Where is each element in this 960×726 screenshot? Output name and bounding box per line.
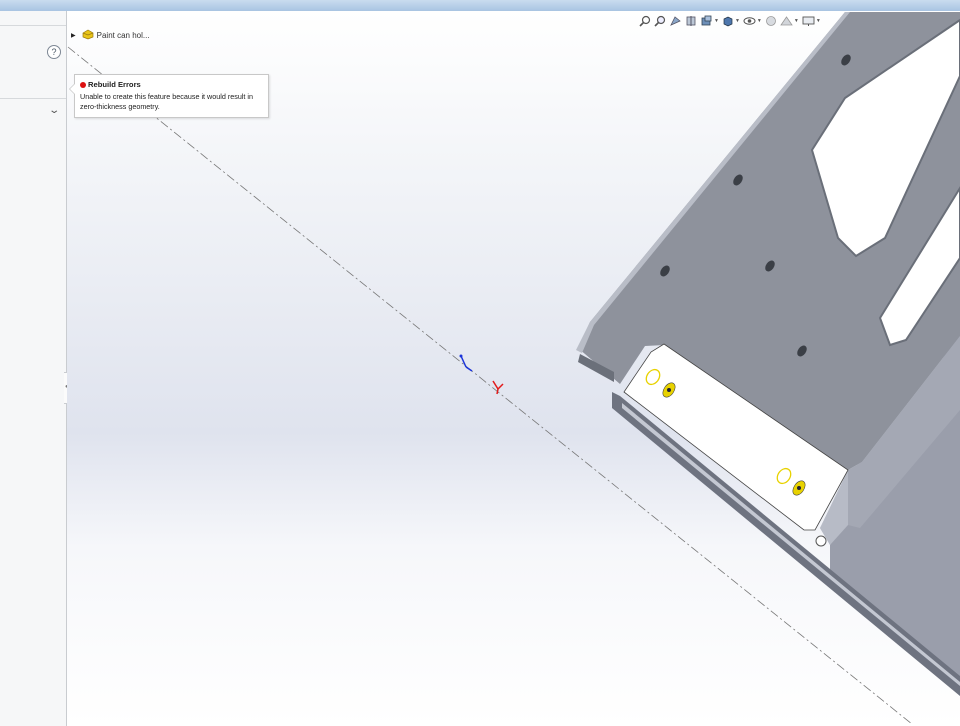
previous-view-icon[interactable] [669, 15, 682, 27]
section-view-icon[interactable] [685, 15, 697, 27]
hide-show-items-icon[interactable]: ▼ [743, 15, 762, 27]
graphics-area[interactable]: ▶ Paint can hol... Rebuild Errors Unable… [67, 11, 960, 726]
tooltip-title: Rebuild Errors [88, 80, 141, 89]
view-orientation-icon[interactable]: ▼ [700, 15, 719, 27]
origin-triad-red [492, 380, 504, 395]
rebuild-error-tooltip: Rebuild Errors Unable to create this fea… [69, 74, 269, 118]
zoom-to-fit-icon[interactable] [639, 15, 651, 27]
error-icon [80, 81, 86, 88]
zoom-to-area-icon[interactable] [654, 15, 666, 27]
tooltip-pointer [69, 83, 75, 95]
help-icon[interactable]: ? [47, 45, 61, 59]
corner-relief [815, 535, 827, 547]
expand-arrow-icon[interactable]: ▶ [71, 32, 76, 39]
heads-up-view-toolbar: ▼ ▼ ▼ ▼ ▼ [639, 13, 824, 29]
display-style-icon[interactable]: ▼ [722, 15, 740, 27]
feature-tree-item[interactable]: ▶ Paint can hol... [71, 28, 150, 42]
edit-appearance-icon[interactable] [765, 15, 777, 27]
panel-divider [0, 25, 66, 26]
origin-triad-blue [459, 354, 473, 372]
panel-divider [0, 98, 66, 99]
feature-tree-item-label: Paint can hol... [96, 30, 150, 40]
tooltip-message: Unable to create this feature because it… [80, 92, 253, 111]
property-manager-panel: ? ⌄ [0, 11, 67, 726]
part-icon [82, 29, 94, 42]
chevron-down-icon[interactable]: ⌄ [48, 105, 60, 116]
tooltip-title-row: Rebuild Errors [80, 80, 268, 89]
view-settings-icon[interactable]: ▼ [802, 15, 821, 27]
apply-scene-icon[interactable]: ▼ [780, 15, 799, 27]
window-title-bar [0, 0, 960, 11]
model-scene[interactable] [67, 11, 960, 726]
